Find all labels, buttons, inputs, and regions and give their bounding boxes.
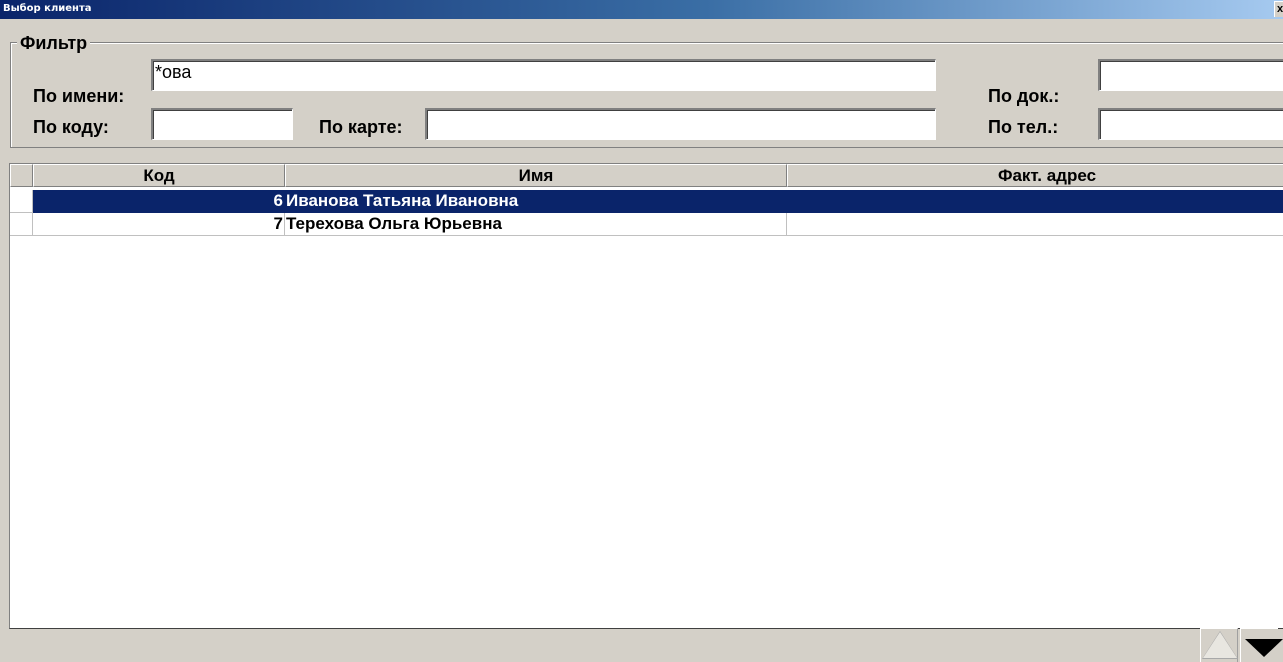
scroll-down-button[interactable]	[1240, 628, 1283, 662]
cell-name[interactable]: Терехова Ольга Юрьевна	[285, 213, 787, 236]
row-indicator	[10, 213, 33, 236]
by-name-input[interactable]: *ова	[151, 59, 936, 91]
column-header-code[interactable]: Код	[33, 164, 285, 187]
by-code-input[interactable]	[151, 108, 293, 140]
triangle-down-icon	[1245, 639, 1283, 657]
cell-code[interactable]: 7	[33, 213, 285, 236]
by-name-label: По имени:	[33, 86, 125, 106]
by-card-label: По карте:	[319, 117, 403, 137]
cell-name[interactable]: Иванова Татьяна Ивановна	[285, 190, 787, 213]
filter-legend: Фильтр	[17, 33, 91, 54]
cell-address[interactable]	[787, 213, 1283, 236]
cell-code[interactable]: 6	[33, 190, 285, 213]
by-code-label: По коду:	[33, 117, 109, 137]
triangle-up-fill	[1203, 632, 1237, 658]
column-header-name[interactable]: Имя	[285, 164, 787, 187]
cell-address[interactable]	[787, 190, 1283, 213]
table-row[interactable]: 7 Терехова Ольга Юрьевна	[10, 213, 1283, 236]
column-header-address[interactable]: Факт. адрес	[787, 164, 1283, 187]
window-title: Выбор клиента	[3, 3, 92, 14]
by-doc-label: По док.:	[988, 86, 1060, 106]
table-row[interactable]: 6 Иванова Татьяна Ивановна	[10, 190, 1283, 213]
by-card-input[interactable]	[425, 108, 936, 140]
by-doc-input[interactable]	[1098, 59, 1283, 91]
by-phone-label: По тел.:	[988, 117, 1059, 137]
title-bar: Выбор клиента x	[0, 0, 1283, 19]
row-indicator	[10, 190, 33, 213]
by-phone-input[interactable]	[1098, 108, 1283, 140]
row-indicator-header	[10, 164, 33, 187]
clients-grid[interactable]: Код Имя Факт. адрес 6 Иванова Татьяна Ив…	[9, 163, 1283, 629]
close-button[interactable]: x	[1274, 1, 1283, 17]
scroll-up-button[interactable]	[1200, 628, 1238, 662]
